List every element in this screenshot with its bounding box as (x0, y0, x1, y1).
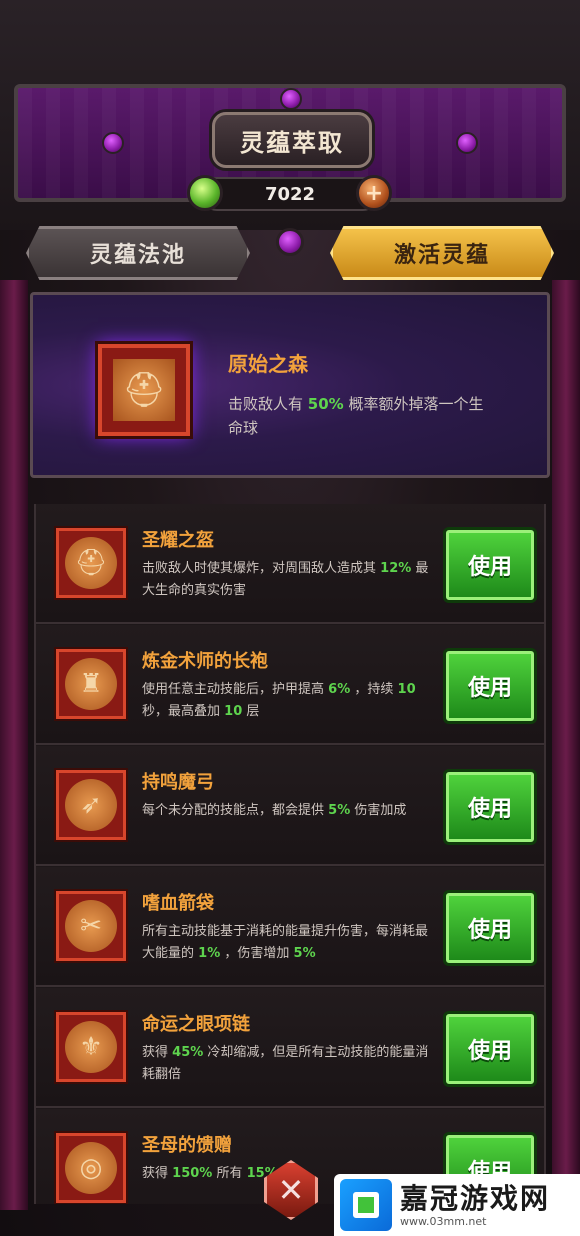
use-button[interactable]: 使用 (446, 651, 534, 721)
desc-text: 击败敌人有 (228, 395, 304, 413)
desc-text: 每个未分配的技能点，都会提供 (142, 803, 325, 818)
desc-highlight: 5% (328, 803, 351, 818)
item-name: 炼金术师的长袍 (142, 651, 268, 672)
tab-activate-spirit[interactable]: 激活灵蕴 (330, 226, 554, 280)
item-name: 嗜血箭袋 (142, 893, 214, 914)
item-name: 持鸣魔弓 (142, 772, 214, 793)
use-button[interactable]: 使用 (446, 893, 534, 963)
item-name: 圣耀之盔 (142, 530, 214, 551)
desc-highlight: 1% (198, 946, 221, 961)
featured-item-icon: ⛑ (98, 344, 190, 436)
desc-highlight: 12% (380, 561, 412, 576)
watermark-title: 嘉冠游戏网 (400, 1181, 551, 1215)
list-item: ⛑ 圣耀之盔击败敌人时使其爆炸，对周围敌人造成其 12% 最大生命的真实伤害 使用 (36, 504, 544, 624)
item-icon-frame: ♜ (56, 649, 126, 719)
page-title: 灵蕴萃取 (212, 112, 372, 168)
close-icon: ✕ (277, 1171, 305, 1209)
item-icon-frame: ◎ (56, 1133, 126, 1203)
desc-text: ，持续 (354, 682, 394, 697)
desc-text: 层 (246, 704, 260, 719)
green-gem-icon (187, 175, 223, 211)
desc-highlight: 5% (293, 946, 316, 961)
tab-label: 灵蕴法池 (89, 242, 186, 268)
orb-ornament (102, 132, 124, 154)
item-desc: 击败敌人时使其爆炸，对周围敌人造成其 12% 最大生命的真实伤害 (142, 558, 438, 602)
desc-highlight: 150% (172, 1166, 213, 1181)
plus-icon: + (364, 180, 384, 206)
desc-text: 伤害加成 (354, 803, 407, 818)
item-icon-frame: ⛑ (56, 528, 126, 598)
list-item: ➶ 持鸣魔弓每个未分配的技能点，都会提供 5% 伤害加成 使用 (36, 746, 544, 866)
desc-text: 获得 (142, 1045, 169, 1060)
featured-item-desc: 击败敌人有 50% 概率额外掉落一个生命球 (228, 392, 488, 440)
use-button[interactable]: 使用 (446, 772, 534, 842)
item-name: 命运之眼项链 (142, 1014, 250, 1035)
site-watermark: 嘉冠游戏网 www.03mm.net (334, 1174, 580, 1236)
item-desc: 每个未分配的技能点，都会提供 5% 伤害加成 (142, 800, 438, 822)
desc-highlight: 10 (224, 704, 243, 719)
desc-text: ，伤害增加 (224, 946, 290, 961)
amulet-icon: ⚜ (65, 1021, 117, 1073)
helmet-icon: ⛑ (113, 359, 175, 421)
orb-ornament (280, 88, 302, 110)
helmet-icon: ⛑ (65, 537, 117, 589)
add-currency-button[interactable]: + (356, 175, 392, 211)
tab-spirit-pool[interactable]: 灵蕴法池 (26, 226, 250, 280)
desc-highlight: 50% (307, 395, 344, 413)
list-item: ♜ 炼金术师的长袍使用任意主动技能后，护甲提高 6% ，持续 10 秒，最高叠加 … (36, 625, 544, 745)
right-pillar (552, 280, 580, 1210)
page-title-text: 灵蕴萃取 (240, 127, 344, 157)
bow-icon: ➶ (65, 779, 117, 831)
item-icon-frame: ➶ (56, 770, 126, 840)
desc-highlight: 6% (328, 682, 351, 697)
use-button[interactable]: 使用 (446, 530, 534, 600)
desc-text: 获得 (142, 1166, 169, 1181)
desc-highlight: 45% (172, 1045, 204, 1060)
item-icon-frame: ⚜ (56, 1012, 126, 1082)
watermark-logo-icon (340, 1179, 392, 1231)
item-desc: 使用任意主动技能后，护甲提高 6% ，持续 10 秒，最高叠加 10 层 (142, 679, 438, 723)
item-name: 圣母的馈赠 (142, 1135, 232, 1156)
use-button[interactable]: 使用 (446, 1014, 534, 1084)
spirit-list[interactable]: ⛑ 圣耀之盔击败敌人时使其爆炸，对周围敌人造成其 12% 最大生命的真实伤害 使用… (34, 504, 546, 1204)
item-icon-frame: ✂ (56, 891, 126, 961)
left-pillar (0, 280, 28, 1210)
gem-ornament-icon (276, 228, 304, 256)
desc-text: 击败敌人时使其爆炸，对周围敌人造成其 (142, 561, 377, 576)
tab-label: 激活灵蕴 (393, 242, 490, 268)
watermark-url: www.03mm.net (400, 1214, 487, 1228)
currency-bar: 7022 (200, 177, 380, 211)
list-item: ⚜ 命运之眼项链获得 45% 冷却缩减，但是所有主动技能的能量消耗翻倍 使用 (36, 988, 544, 1108)
list-item: ✂ 嗜血箭袋所有主动技能基于消耗的能量提升伤害，每消耗最大能量的 1% ，伤害增加… (36, 867, 544, 987)
desc-text: 使用任意主动技能后，护甲提高 (142, 682, 325, 697)
desc-highlight: 10 (397, 682, 416, 697)
currency-value: 7022 (264, 183, 316, 205)
desc-text: 所有 (216, 1166, 243, 1181)
featured-item-name: 原始之森 (228, 352, 308, 376)
robe-icon: ♜ (65, 658, 117, 710)
ring-icon: ◎ (65, 1142, 117, 1194)
orb-ornament (456, 132, 478, 154)
game-screen: 灵蕴萃取 7022 + 灵蕴法池 激活灵蕴 ⛑ 原始之森 击败敌人有 50% 概… (0, 0, 580, 1236)
item-desc: 获得 45% 冷却缩减，但是所有主动技能的能量消耗翻倍 (142, 1042, 438, 1086)
item-desc: 所有主动技能基于消耗的能量提升伤害，每消耗最大能量的 1% ，伤害增加 5% (142, 921, 438, 965)
quiver-icon: ✂ (65, 900, 117, 952)
desc-text: 秒，最高叠加 (142, 704, 221, 719)
